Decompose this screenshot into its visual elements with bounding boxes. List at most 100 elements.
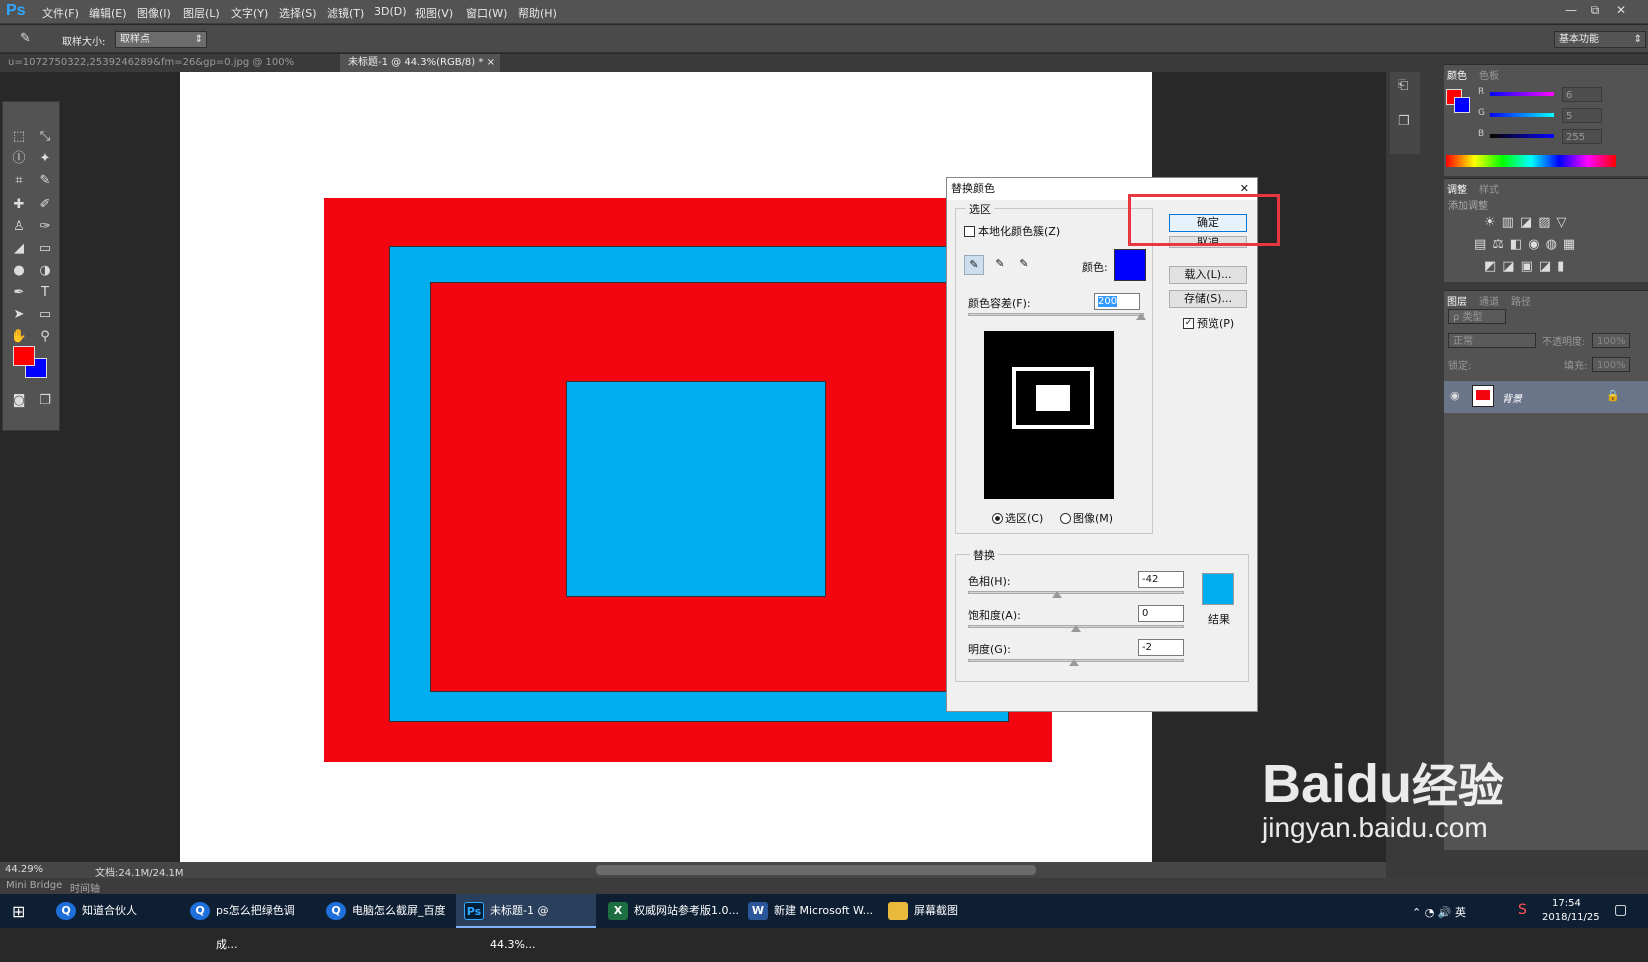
radio-selection[interactable] <box>992 513 1003 524</box>
zoom-tool-icon[interactable]: ⚲ <box>35 328 55 346</box>
marquee-tool-icon[interactable]: ⬚ <box>9 128 29 146</box>
tab-mini-bridge[interactable]: Mini Bridge <box>6 880 62 891</box>
r-slider[interactable] <box>1490 92 1554 96</box>
menu-select[interactable]: 选择(S) <box>279 5 317 21</box>
clock-time[interactable]: 17:54 <box>1552 898 1581 909</box>
g-slider[interactable] <box>1490 113 1554 117</box>
hue-slider[interactable] <box>968 591 1184 594</box>
history-icon[interactable]: ⎗ <box>1398 78 1408 93</box>
eraser-tool-icon[interactable]: ◢ <box>9 240 29 258</box>
menu-type[interactable]: 文字(Y) <box>231 5 268 21</box>
adjustment-icons-row2[interactable]: ▤⚖◧◉◍▦ <box>1474 237 1581 252</box>
preview-checkbox[interactable]: ✓ <box>1183 318 1194 329</box>
lightness-thumb[interactable] <box>1069 659 1079 666</box>
menu-file[interactable]: 文件(F) <box>42 5 79 21</box>
result-color-swatch[interactable] <box>1202 573 1234 605</box>
task-excel[interactable]: X 权威网站参考版1.0... <box>600 894 740 928</box>
hue-thumb[interactable] <box>1052 591 1062 598</box>
path-select-icon[interactable]: ➤ <box>9 306 29 324</box>
task-ps-search[interactable]: Qps怎么把绿色调成... <box>182 894 312 951</box>
tab-paths[interactable]: 路径 <box>1511 293 1531 308</box>
history-brush-icon[interactable]: ✑ <box>35 218 55 236</box>
menu-help[interactable]: 帮助(H) <box>518 5 557 21</box>
zoom-level[interactable]: 44.29% <box>5 864 43 875</box>
magic-wand-icon[interactable]: ✦ <box>35 150 55 168</box>
menu-filter[interactable]: 滤镜(T) <box>327 5 364 21</box>
task-zhidao[interactable]: Q 知道合伙人 <box>48 894 176 928</box>
dodge-tool-icon[interactable]: ◑ <box>35 262 55 280</box>
tab-jpg[interactable]: u=1072750322,2539246289&fm=26&gp=0.jpg @… <box>0 54 338 86</box>
task-photoshop[interactable]: Ps 未标题-1 @ 44.3%... <box>456 894 596 951</box>
task-word[interactable]: W 新建 Microsoft W... <box>740 894 880 928</box>
fill-value[interactable]: 100% <box>1592 357 1630 372</box>
lightness-input[interactable]: -2 <box>1138 639 1184 656</box>
tab-swatches[interactable]: 色板 <box>1479 67 1499 82</box>
foreground-color-swatch[interactable] <box>13 346 35 366</box>
r-value[interactable]: 6 <box>1562 87 1602 102</box>
tab-untitled[interactable]: 未标题-1 @ 44.3%(RGB/8) * × <box>340 54 500 72</box>
b-slider[interactable] <box>1490 134 1554 138</box>
close-icon[interactable]: × <box>487 57 495 68</box>
tab-adjustments[interactable]: 调整 <box>1447 181 1467 196</box>
b-value[interactable]: 255 <box>1562 129 1602 144</box>
localized-checkbox[interactable] <box>964 226 975 237</box>
tab-timeline[interactable]: 时间轴 <box>70 880 100 895</box>
save-button[interactable]: 存储(S)... <box>1169 290 1247 308</box>
brush-tool-icon[interactable]: ✐ <box>35 196 55 214</box>
tray-icons[interactable]: ⌃ ◔ 🔊 英 <box>1412 904 1466 920</box>
g-value[interactable]: 5 <box>1562 108 1602 123</box>
selection-color-swatch[interactable] <box>1114 249 1146 281</box>
menu-window[interactable]: 窗口(W) <box>466 5 507 21</box>
3d-cube-icon[interactable]: ❒ <box>1398 114 1410 129</box>
color-spectrum[interactable] <box>1446 155 1616 167</box>
menu-edit[interactable]: 编辑(E) <box>89 5 127 21</box>
menu-3d[interactable]: 3D(D) <box>374 5 407 18</box>
adjustment-icons-row1[interactable]: ☀▥◪▨▽ <box>1484 215 1573 230</box>
eyedropper-plus-icon[interactable]: ✎ <box>990 255 1010 275</box>
eyedropper-icon[interactable]: ✎ <box>35 172 55 190</box>
opacity-value[interactable]: 100% <box>1592 333 1630 348</box>
gradient-tool-icon[interactable]: ▭ <box>35 240 55 258</box>
menu-layer[interactable]: 图层(L) <box>183 5 220 21</box>
layer-row-background[interactable]: ◉ 背景 🔒 <box>1444 381 1648 413</box>
load-button[interactable]: 载入(L)... <box>1169 266 1247 284</box>
eye-icon[interactable]: ◉ <box>1450 389 1460 402</box>
workspace-select[interactable]: 基本功能 ⇕ <box>1554 31 1646 48</box>
stamp-tool-icon[interactable]: ♙ <box>9 218 29 236</box>
eyedropper-tool-icon[interactable]: ✎ <box>20 31 31 46</box>
notification-icon[interactable]: ▢ <box>1614 902 1627 918</box>
minimize-button[interactable]: — <box>1560 2 1582 18</box>
sogou-icon[interactable]: S <box>1518 902 1527 918</box>
fuzziness-input[interactable]: 200 <box>1094 293 1140 310</box>
pen-tool-icon[interactable]: ✒ <box>9 284 29 302</box>
lasso-tool-icon[interactable]: ⓛ <box>9 150 29 168</box>
hand-tool-icon[interactable]: ✋ <box>9 328 29 346</box>
sample-size-select[interactable]: 取样点 ⇕ <box>115 31 207 48</box>
layer-kind-filter[interactable]: ρ 类型 <box>1448 309 1506 324</box>
move-tool-icon[interactable]: ⤡ <box>35 128 55 146</box>
restore-button[interactable]: ⧉ <box>1584 2 1606 18</box>
blur-tool-icon[interactable]: ● <box>9 262 29 280</box>
windows-start-icon[interactable]: ⊞ <box>12 902 25 921</box>
tab-color[interactable]: 颜色 <box>1447 67 1467 82</box>
fuzziness-thumb[interactable] <box>1136 313 1146 320</box>
healing-brush-icon[interactable]: ✚ <box>9 196 29 214</box>
menu-image[interactable]: 图像(I) <box>137 5 171 21</box>
task-screenshot-search[interactable]: Q 电脑怎么截屏_百度 <box>318 894 448 928</box>
crop-tool-icon[interactable]: ⌗ <box>9 172 29 190</box>
screen-mode-icon[interactable]: ❐ <box>35 392 55 410</box>
menu-view[interactable]: 视图(V) <box>415 5 453 21</box>
eyedropper-minus-icon[interactable]: ✎ <box>1014 255 1034 275</box>
quick-mask-icon[interactable]: ◙ <box>9 392 29 410</box>
tab-styles[interactable]: 样式 <box>1479 181 1499 196</box>
horizontal-scrollbar[interactable] <box>596 865 1036 875</box>
tab-layers[interactable]: 图层 <box>1447 293 1467 308</box>
tab-channels[interactable]: 通道 <box>1479 293 1499 308</box>
close-window-button[interactable]: ✕ <box>1610 2 1632 18</box>
type-tool-icon[interactable]: T <box>35 284 55 302</box>
radio-image[interactable] <box>1060 513 1071 524</box>
bg-color-chip[interactable] <box>1454 97 1470 113</box>
saturation-input[interactable]: 0 <box>1138 605 1184 622</box>
blend-mode-select[interactable]: 正常 <box>1448 333 1536 348</box>
layer-name[interactable]: 背景 <box>1502 390 1522 405</box>
